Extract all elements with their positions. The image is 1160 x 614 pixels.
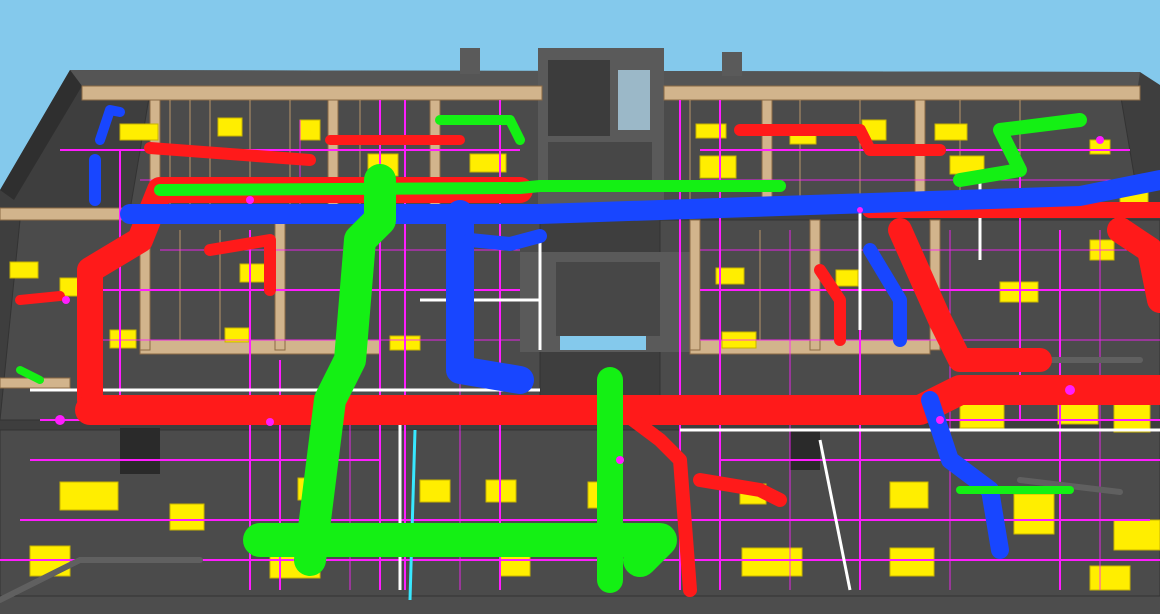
slab-bottom-edge bbox=[0, 596, 1160, 614]
bim-model-scene bbox=[0, 0, 1160, 614]
